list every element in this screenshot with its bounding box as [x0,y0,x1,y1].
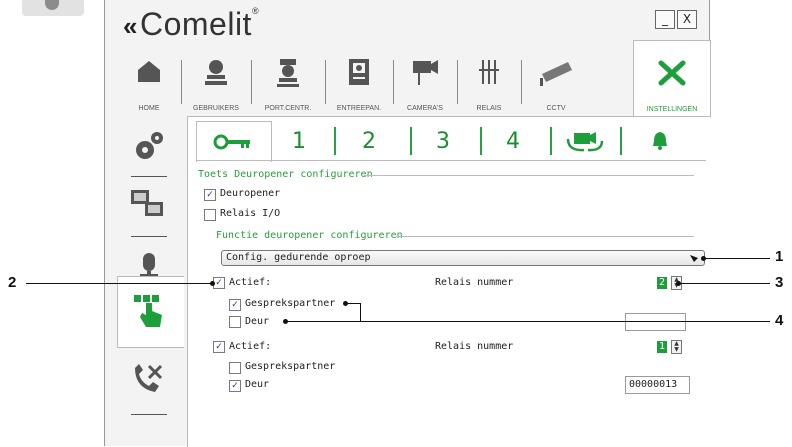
actief-1-label: Actief: [229,277,272,288]
hand-press-icon [134,295,162,327]
tab-gebruikers[interactable]: GEBRUIKERS [185,52,247,116]
sub-tab-bar: 1 2 3 4 [196,121,706,162]
sidebar-item-door-opener[interactable] [117,276,184,348]
dropdown-arrow-icon [690,255,698,262]
relais-nummer-2-spinner[interactable]: ▲ ▼ [671,340,682,354]
gears-icon[interactable] [131,130,165,164]
user-icon [205,60,227,85]
tab-entreepan[interactable]: ENTREEPAN. [329,52,389,116]
porter-icon [277,59,299,87]
house-icon [138,61,160,82]
callout-2: 2 [8,274,17,291]
camera-icon [413,60,438,85]
relais-nummer-2-label: Relais nummer [435,341,514,352]
deur-2-label: Deur [245,379,270,390]
deur-2-checkbox[interactable]: ✓ [229,380,241,392]
deuropener-label: Deuropener [220,188,281,199]
tab-cctv[interactable]: CCTV [525,52,587,116]
minimize-button[interactable]: _ [655,10,675,29]
subtab-key[interactable] [196,121,272,162]
callout-4: 4 [775,312,784,329]
section-title-functie: Functie deuropener configureren [216,230,403,241]
relais-nummer-2-value[interactable]: 1 [657,341,667,353]
relay-icon [479,60,499,84]
main-tab-bar: HOME GEBRUIKERS PORT.CENTR. ENTREEPAN. C… [105,40,711,117]
entrance-panel-icon [349,59,369,85]
subtab-1[interactable]: 1 [292,129,306,154]
tab-home[interactable]: HOME [121,52,177,116]
relais-io-checkbox[interactable] [204,209,216,221]
tab-instellingen[interactable]: INSTELLINGEN [633,40,711,117]
gesprekspartner-2-label: Gesprekspartner [245,361,336,372]
subtab-4[interactable]: 4 [506,129,520,154]
relais-nummer-1-value[interactable]: 2 [657,277,667,289]
tab-relais[interactable]: RELAIS [461,52,517,116]
actief-2-label: Actief: [229,341,272,352]
computers-icon[interactable] [129,188,167,222]
functie-dropdown[interactable]: Config. gedurende oproep [221,250,705,266]
callout-1: 1 [775,248,784,265]
key-icon [213,134,250,150]
callout-3: 3 [775,274,784,291]
phone-tools-icon[interactable] [131,362,165,396]
relais-io-label: Relais I/O [220,208,281,219]
gesprekspartner-2-checkbox[interactable] [229,362,241,374]
deur-1-checkbox[interactable] [229,316,241,328]
subtab-3[interactable]: 3 [436,129,450,154]
comelit-logo: «Comelit® [123,6,260,42]
close-button[interactable]: X [677,10,697,29]
camera-swap-icon[interactable] [564,129,608,153]
gesprekspartner-1-label: Gesprekspartner [245,298,336,309]
bell-icon[interactable] [652,131,668,151]
partial-icon [22,0,84,16]
deur-2-field[interactable]: 00000013 [625,376,690,394]
deur-1-field[interactable] [625,313,686,331]
tab-cameras[interactable]: CAMERA'S [397,52,453,116]
section-title-deuropener: Toets Deuropener configureren [198,169,373,180]
deuropener-checkbox[interactable]: ✓ [204,189,216,201]
relais-nummer-1-label: Relais nummer [435,277,514,288]
gesprekspartner-1-checkbox[interactable]: ✓ [229,299,241,311]
cctv-icon [540,62,572,86]
deur-1-label: Deur [245,316,270,327]
app-window: «Comelit® _ X HOME GEBRUIKERS PORT.CENTR… [104,0,711,447]
tab-portier[interactable]: PORT.CENTR. [255,52,321,116]
tools-icon [658,60,686,86]
subtab-2[interactable]: 2 [362,129,376,154]
actief-2-checkbox[interactable]: ✓ [213,341,225,353]
